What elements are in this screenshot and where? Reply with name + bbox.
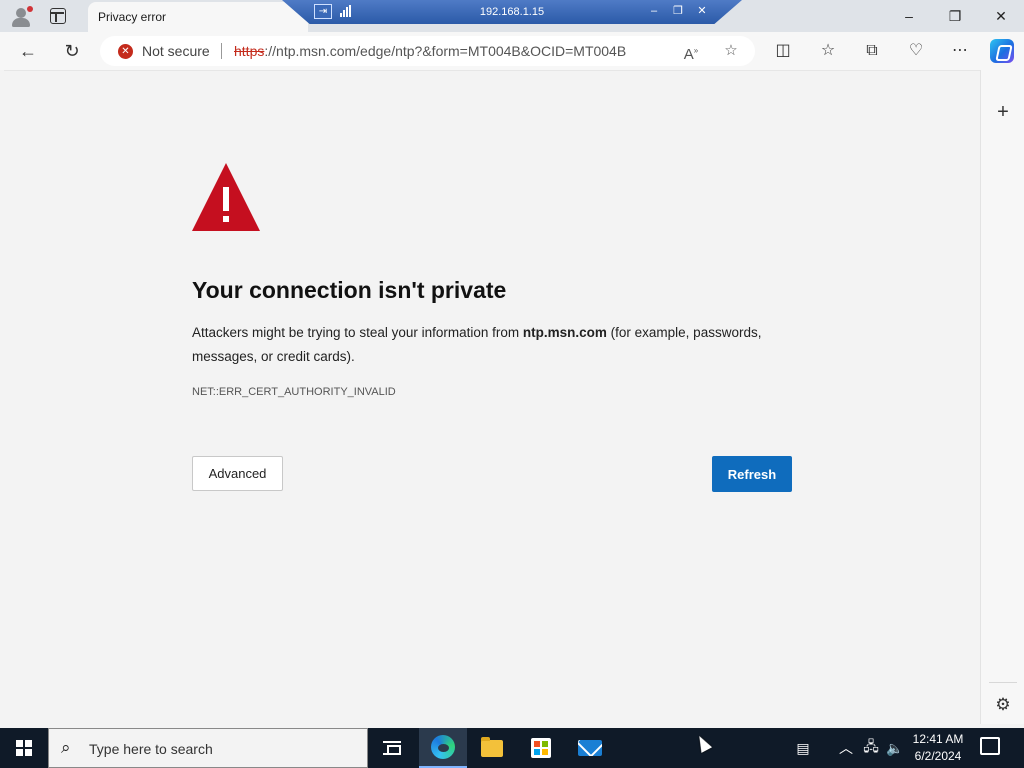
remote-restore-icon[interactable]: ❐ — [670, 4, 686, 18]
edge-sidebar: + ⚙ — [980, 70, 1024, 724]
address-bar[interactable]: ✕ Not secure https://ntp.msn.com/edge/nt… — [100, 36, 755, 66]
volume-icon[interactable]: 🔈 — [884, 728, 906, 768]
network-icon[interactable]: 🖧 — [860, 728, 882, 768]
copilot-icon[interactable] — [990, 39, 1014, 63]
clock-time: 12:41 AM — [912, 732, 964, 746]
folder-icon — [481, 736, 503, 757]
minimize-button[interactable]: – — [886, 0, 932, 32]
file-explorer-button[interactable] — [468, 728, 516, 768]
desc-prefix: Attackers might be trying to steal your … — [192, 325, 523, 340]
remote-minimize-icon[interactable]: – — [646, 4, 662, 18]
clock-date: 6/2/2024 — [914, 749, 962, 763]
task-view-icon — [383, 741, 401, 755]
separator — [221, 43, 222, 59]
tab-actions-icon[interactable] — [50, 8, 66, 24]
mail-icon — [578, 740, 602, 756]
split-screen-icon[interactable]: ◫ — [770, 39, 796, 63]
favorites-icon[interactable]: ☆ — [815, 39, 841, 63]
search-placeholder: Type here to search — [89, 741, 213, 757]
browser-essentials-icon[interactable]: ♡ — [903, 39, 929, 63]
close-button[interactable]: ✕ — [978, 0, 1024, 32]
back-icon[interactable]: ← — [14, 38, 42, 64]
error-code: NET::ERR_CERT_AUTHORITY_INVALID — [192, 386, 396, 398]
windows-logo-icon — [16, 740, 32, 756]
tab-strip: Privacy error ⇥ 192.168.1.15 – ❐ ✕ – ❐ ✕ — [0, 0, 1024, 32]
settings-gear-icon[interactable]: ⚙ — [992, 694, 1014, 716]
security-label[interactable]: Not secure — [142, 43, 210, 59]
browser-toolbar: ← ↻ ✕ Not secure https://ntp.msn.com/edg… — [0, 32, 1024, 70]
store-button[interactable] — [517, 728, 565, 768]
add-sidebar-app-icon[interactable]: + — [993, 102, 1013, 122]
warning-icon — [192, 163, 260, 231]
url-rest: ://ntp.msn.com/edge/ntp?&form=MT004B&OCI… — [264, 43, 627, 59]
favorite-star-icon[interactable]: ☆ — [720, 41, 742, 61]
remote-connection-bar: ⇥ 192.168.1.15 – ❐ ✕ — [282, 0, 742, 24]
page-content: Your connection isn't private Attackers … — [4, 70, 980, 724]
url-scheme: https — [234, 43, 265, 59]
not-secure-icon[interactable]: ✕ — [118, 44, 133, 59]
task-view-button[interactable] — [368, 728, 416, 768]
read-aloud-icon[interactable]: A» — [680, 41, 702, 63]
collections-icon[interactable]: ⧉ — [859, 39, 885, 63]
edge-taskbar-button[interactable] — [419, 728, 467, 768]
mail-button[interactable] — [566, 728, 614, 768]
show-hidden-icons-chevron-icon[interactable]: ︿ — [836, 728, 856, 768]
error-title: Your connection isn't private — [192, 277, 507, 303]
more-options-icon[interactable]: ⋯ — [947, 39, 973, 63]
desc-host: ntp.msn.com — [522, 325, 607, 340]
search-icon: ⌕ — [61, 738, 71, 757]
tab-title: Privacy error — [98, 10, 167, 24]
error-description: Attackers might be trying to steal your … — [192, 321, 802, 369]
refresh-button[interactable]: Refresh — [712, 456, 792, 492]
edge-icon — [431, 735, 455, 759]
notification-icon[interactable] — [980, 737, 1000, 755]
restore-button[interactable]: ❐ — [932, 0, 978, 32]
profile-icon[interactable] — [10, 5, 34, 27]
start-button[interactable] — [0, 728, 48, 768]
store-icon — [531, 738, 551, 758]
tab-privacy-error[interactable]: Privacy error — [88, 2, 308, 32]
taskbar: ⌕ Type here to search ▤ ︿ 🖧 🔈 12:41 AM 6… — [0, 728, 1024, 768]
sidebar-divider — [989, 682, 1017, 683]
news-widget-icon[interactable]: ▤ — [786, 728, 820, 768]
clock[interactable]: 12:41 AM 6/2/2024 — [908, 731, 968, 765]
refresh-icon[interactable]: ↻ — [58, 38, 86, 64]
remote-close-icon[interactable]: ✕ — [694, 4, 710, 18]
url-text[interactable]: https://ntp.msn.com/edge/ntp?&form=MT004… — [234, 43, 626, 59]
advanced-button[interactable]: Advanced — [192, 456, 283, 491]
taskbar-search[interactable]: ⌕ Type here to search — [48, 728, 368, 768]
